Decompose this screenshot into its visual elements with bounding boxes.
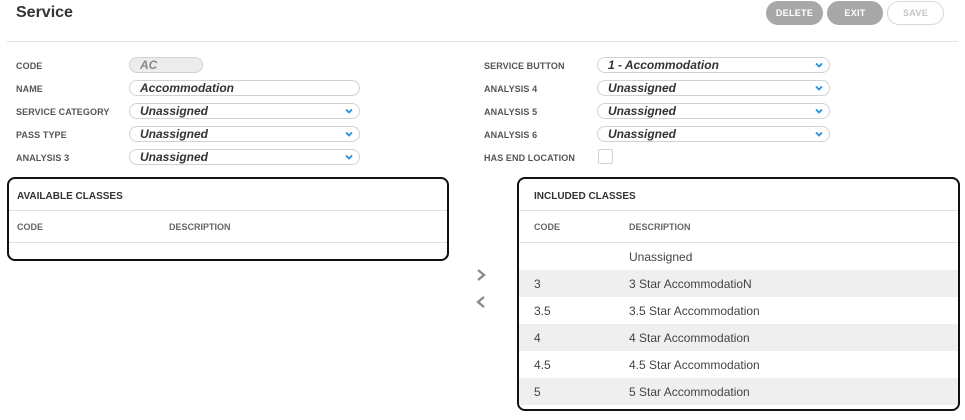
save-button[interactable]: SAVE xyxy=(887,1,944,25)
page-title: Service xyxy=(16,4,73,21)
analysis-4-label: ANALYSIS 4 xyxy=(484,84,538,94)
pass-type-label: PASS TYPE xyxy=(16,130,67,140)
has-end-location-checkbox[interactable] xyxy=(598,149,613,164)
available-classes-panel: AVAILABLE CLASSES CODE DESCRIPTION xyxy=(7,177,449,261)
row-code: 4 xyxy=(534,331,541,345)
included-classes-panel: INCLUDED CLASSES CODE DESCRIPTION Unassi… xyxy=(517,177,960,411)
divider xyxy=(519,210,958,211)
row-description: 5 Star Accommodation xyxy=(629,385,750,399)
analysis-6-label: ANALYSIS 6 xyxy=(484,130,538,140)
delete-button[interactable]: DELETE xyxy=(766,1,823,25)
service-category-label: SERVICE CATEGORY xyxy=(16,107,110,117)
row-description: 4 Star Accommodation xyxy=(629,331,750,345)
chevron-down-icon xyxy=(815,108,823,114)
row-description: Unassigned xyxy=(629,250,693,264)
chevron-down-icon xyxy=(345,108,353,114)
name-label: NAME xyxy=(16,84,43,94)
row-code: 4.5 xyxy=(534,358,551,372)
name-field[interactable]: Accommodation xyxy=(129,80,360,96)
service-button-label: SERVICE BUTTON xyxy=(484,61,565,71)
divider xyxy=(9,210,447,211)
chevron-down-icon xyxy=(815,62,823,68)
pass-type-value: Unassigned xyxy=(140,127,209,141)
analysis-4-select[interactable]: Unassigned xyxy=(597,80,830,96)
service-button-value: 1 - Accommodation xyxy=(608,58,719,72)
code-label: CODE xyxy=(16,61,43,71)
table-row[interactable]: 4 4 Star Accommodation xyxy=(519,324,958,351)
chevron-down-icon xyxy=(345,154,353,160)
analysis-5-value: Unassigned xyxy=(608,104,677,118)
analysis-3-value: Unassigned xyxy=(140,150,209,164)
row-code: 3.5 xyxy=(534,304,551,318)
table-row[interactable]: 5 5 Star Accommodation xyxy=(519,378,958,405)
exit-button[interactable]: EXIT xyxy=(827,1,883,25)
chevron-down-icon xyxy=(345,131,353,137)
available-code-header[interactable]: CODE xyxy=(17,222,43,232)
service-category-select[interactable]: Unassigned xyxy=(129,103,360,119)
row-description: 4.5 Star Accommodation xyxy=(629,358,760,372)
available-classes-title: AVAILABLE CLASSES xyxy=(17,191,123,202)
analysis-5-label: ANALYSIS 5 xyxy=(484,107,538,117)
row-code: 5 xyxy=(534,385,541,399)
code-field: AC xyxy=(129,57,203,73)
table-row[interactable]: Unassigned xyxy=(519,243,958,270)
has-end-location-label: HAS END LOCATION xyxy=(484,153,575,163)
included-description-header[interactable]: DESCRIPTION xyxy=(629,222,691,232)
row-code: 3 xyxy=(534,277,541,291)
chevron-down-icon xyxy=(815,85,823,91)
table-row[interactable]: 3 3 Star AccommodatioN xyxy=(519,270,958,297)
available-description-header[interactable]: DESCRIPTION xyxy=(169,222,231,232)
included-code-header[interactable]: CODE xyxy=(534,222,560,232)
analysis-3-select[interactable]: Unassigned xyxy=(129,149,360,165)
analysis-6-value: Unassigned xyxy=(608,127,677,141)
divider xyxy=(9,242,447,243)
row-description: 3.5 Star Accommodation xyxy=(629,304,760,318)
table-row[interactable]: 3.5 3.5 Star Accommodation xyxy=(519,297,958,324)
chevron-down-icon xyxy=(815,131,823,137)
analysis-6-select[interactable]: Unassigned xyxy=(597,126,830,142)
table-row[interactable]: 4.5 4.5 Star Accommodation xyxy=(519,351,958,378)
analysis-4-value: Unassigned xyxy=(608,81,677,95)
service-button-select[interactable]: 1 - Accommodation xyxy=(597,57,830,73)
pass-type-select[interactable]: Unassigned xyxy=(129,126,360,142)
header-divider xyxy=(7,41,958,42)
included-classes-title: INCLUDED CLASSES xyxy=(534,191,636,202)
chevron-right-icon[interactable] xyxy=(475,268,487,282)
analysis-5-select[interactable]: Unassigned xyxy=(597,103,830,119)
analysis-3-label: ANALYSIS 3 xyxy=(16,153,70,163)
chevron-left-icon[interactable] xyxy=(475,295,487,309)
service-category-value: Unassigned xyxy=(140,104,209,118)
row-description: 3 Star AccommodatioN xyxy=(629,277,752,291)
